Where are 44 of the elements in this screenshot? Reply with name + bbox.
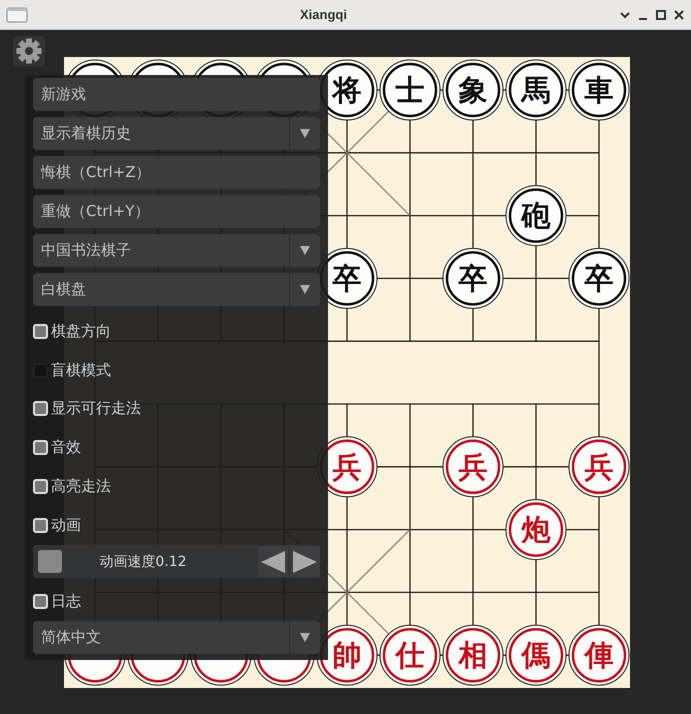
checkbox-label: 日志 <box>51 592 81 611</box>
checkbox-label: 盲棋模式 <box>51 360 111 380</box>
close-icon[interactable] <box>673 8 685 20</box>
settings-button[interactable] <box>13 36 45 66</box>
chess-piece[interactable]: 砲 <box>506 185 566 246</box>
chess-piece[interactable]: 兵 <box>442 436 504 498</box>
checkbox-label: 动画 <box>51 516 81 536</box>
chess-piece[interactable]: 卒 <box>568 248 630 309</box>
checkbox-label: 显示可行走法 <box>51 399 141 418</box>
chess-piece[interactable]: 兵 <box>568 436 630 498</box>
settings-icon <box>16 38 42 64</box>
caret-icon <box>299 244 311 256</box>
decrease-button[interactable] <box>258 546 288 578</box>
caret-icon <box>299 283 311 296</box>
chess-piece[interactable]: 仕 <box>380 624 440 686</box>
chess-piece[interactable]: 馬 <box>506 60 566 120</box>
chess-piece[interactable]: 士 <box>380 60 440 120</box>
menu-button[interactable]: 悔棋（Ctrl+Z） <box>33 156 320 189</box>
dropdown[interactable]: 显示着棋历史 <box>33 116 320 150</box>
menu-button[interactable]: 新游戏 <box>33 78 320 111</box>
chess-piece[interactable]: 車 <box>568 60 630 120</box>
window-icon <box>6 6 28 22</box>
chess-piece[interactable]: 象 <box>442 60 504 120</box>
caret-icon <box>299 631 311 644</box>
maximize-icon[interactable] <box>655 8 667 20</box>
dropdown[interactable]: 中国书法棋子 <box>33 234 320 267</box>
chess-piece[interactable]: 俥 <box>568 624 630 686</box>
slider-label: 动画速度0.12 <box>99 552 187 571</box>
chess-piece[interactable]: 傌 <box>506 624 566 686</box>
chess-piece[interactable]: 相 <box>442 624 504 686</box>
increase-button[interactable] <box>290 546 320 578</box>
dropdown[interactable]: 简体中文 <box>33 620 320 654</box>
slider-thumb[interactable] <box>38 550 62 574</box>
chess-piece[interactable]: 卒 <box>442 248 504 309</box>
caret-icon <box>299 127 311 140</box>
window-title: Xiangqi <box>299 7 348 22</box>
chess-piece[interactable]: 炮 <box>506 499 566 560</box>
left-arrow-icon <box>260 550 286 574</box>
dropdown[interactable]: 白棋盘 <box>33 272 320 306</box>
menu-button[interactable]: 重做（Ctrl+Y） <box>33 194 320 228</box>
right-arrow-icon <box>292 550 318 574</box>
checkbox-label: 棋盘方向 <box>51 322 111 341</box>
checkbox-label: 音效 <box>51 438 81 458</box>
checkbox-label: 高亮走法 <box>51 477 111 496</box>
